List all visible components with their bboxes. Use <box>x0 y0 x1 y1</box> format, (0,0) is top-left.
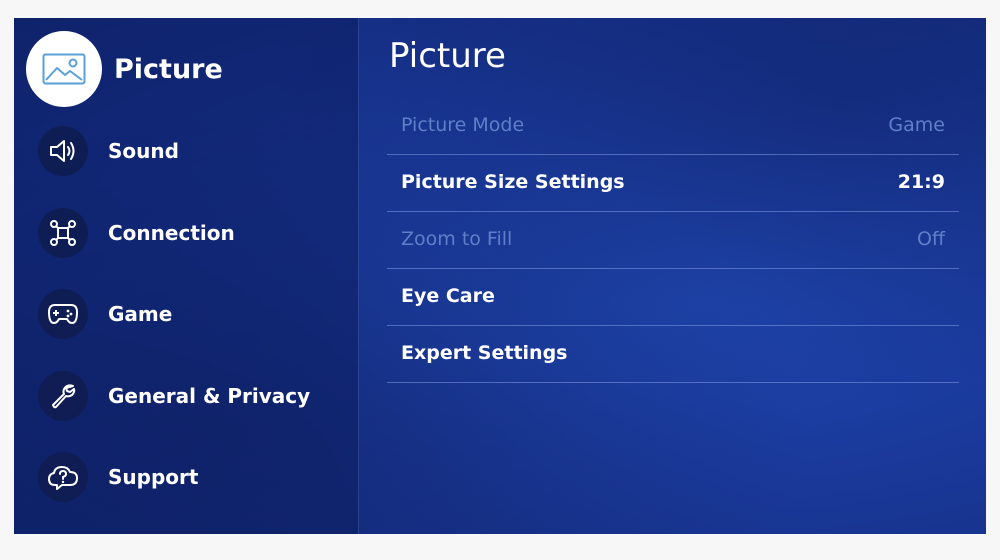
setting-value: 21:9 <box>897 171 945 193</box>
wrench-icon <box>38 371 88 421</box>
tv-screen: Picture Sound Connection Game General & … <box>14 18 986 534</box>
connection-icon <box>38 208 88 258</box>
sidebar-item-label: Picture <box>114 53 223 85</box>
sidebar-item-picture[interactable]: Picture <box>14 31 358 107</box>
setting-value: Off <box>916 228 945 250</box>
setting-value: Game <box>888 114 945 136</box>
picture-settings-panel: Picture Picture Mode Game Picture Size S… <box>359 18 986 534</box>
sidebar-item-sound[interactable]: Sound <box>14 116 358 186</box>
sidebar-item-connection[interactable]: Connection <box>14 198 358 268</box>
sidebar-item-label: Game <box>108 302 173 326</box>
setting-label: Expert Settings <box>401 342 568 364</box>
setting-label: Zoom to Fill <box>401 228 513 250</box>
speaker-icon <box>38 126 88 176</box>
page-title: Picture <box>389 36 506 76</box>
sidebar-item-label: Connection <box>108 221 235 245</box>
setting-label: Eye Care <box>401 285 495 307</box>
sidebar-item-label: General & Privacy <box>108 384 311 408</box>
gamepad-icon <box>38 289 88 339</box>
sidebar-item-label: Support <box>108 465 199 489</box>
setting-row-eye-care[interactable]: Eye Care <box>387 269 959 326</box>
setting-row-zoom-to-fill[interactable]: Zoom to Fill Off <box>387 212 959 269</box>
setting-row-picture-mode[interactable]: Picture Mode Game <box>387 98 959 155</box>
cloud-help-icon <box>38 452 88 502</box>
sidebar-item-game[interactable]: Game <box>14 279 358 349</box>
sidebar-item-support[interactable]: Support <box>14 442 358 512</box>
setting-label: Picture Size Settings <box>401 171 625 193</box>
picture-icon <box>26 31 102 107</box>
sidebar-item-general-privacy[interactable]: General & Privacy <box>14 361 358 431</box>
sidebar-item-label: Sound <box>108 139 179 163</box>
setting-row-expert-settings[interactable]: Expert Settings <box>387 326 959 383</box>
settings-sidebar: Picture Sound Connection Game General & … <box>14 18 359 534</box>
setting-label: Picture Mode <box>401 114 525 136</box>
setting-row-picture-size-settings[interactable]: Picture Size Settings 21:9 <box>387 155 959 212</box>
